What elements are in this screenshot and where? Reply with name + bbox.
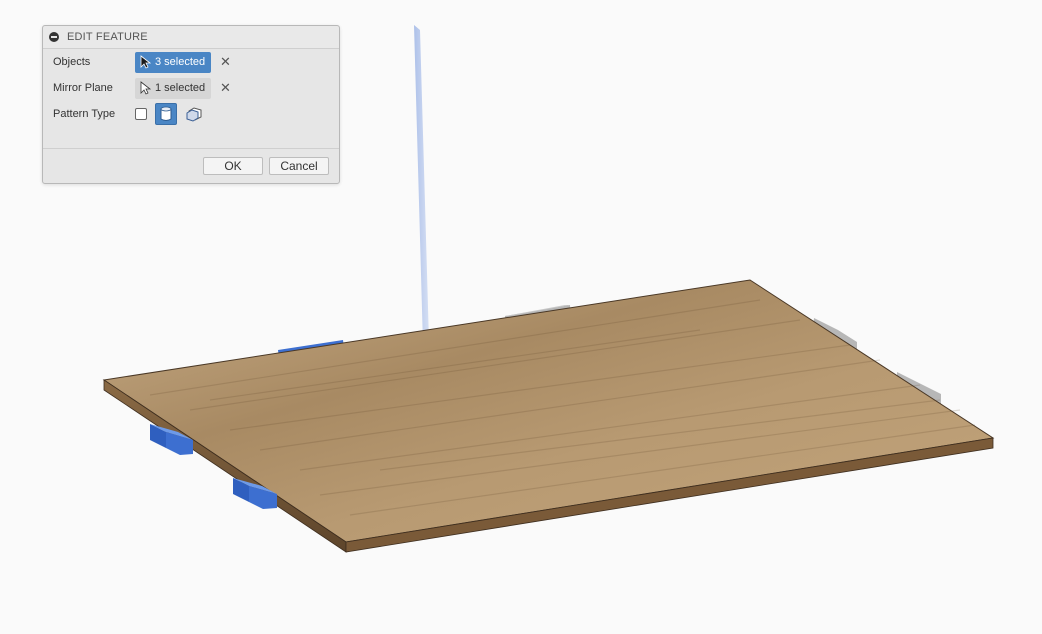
dialog-title: EDIT FEATURE [67,31,148,43]
cursor-icon [140,81,151,95]
ok-button[interactable]: OK [203,157,263,175]
objects-clear-icon[interactable]: ✕ [220,54,231,70]
wood-board-top[interactable] [102,279,995,543]
edit-feature-dialog: EDIT FEATURE Objects 3 selected ✕ Mirror… [42,25,340,184]
mirror-plane[interactable] [414,25,429,345]
collapse-icon[interactable] [49,32,59,42]
body-glyph-icon [160,106,172,121]
mirror-plane-clear-icon[interactable]: ✕ [220,80,231,96]
mirror-plane-row: Mirror Plane 1 selected ✕ [53,77,231,99]
body-icon[interactable] [155,103,177,125]
objects-label: Objects [53,56,91,68]
pattern-type-row: Pattern Type [53,103,211,125]
cancel-button[interactable]: Cancel [269,157,329,175]
mirror-plane-label: Mirror Plane [53,82,113,94]
dialog-divider [43,148,339,149]
pattern-type-label: Pattern Type [53,108,116,120]
component-icon[interactable] [183,103,205,125]
component-glyph-icon [186,107,202,122]
objects-row: Objects 3 selected ✕ [53,51,231,73]
dialog-titlebar: EDIT FEATURE [43,26,339,49]
cursor-icon [140,55,151,69]
mirror-plane-selection-text: 1 selected [155,82,206,94]
objects-select-button[interactable]: 3 selected [135,51,211,73]
mirror-plane-select-button[interactable]: 1 selected [135,77,211,99]
face-icon[interactable] [135,108,147,120]
objects-selection-text: 3 selected [155,56,206,68]
